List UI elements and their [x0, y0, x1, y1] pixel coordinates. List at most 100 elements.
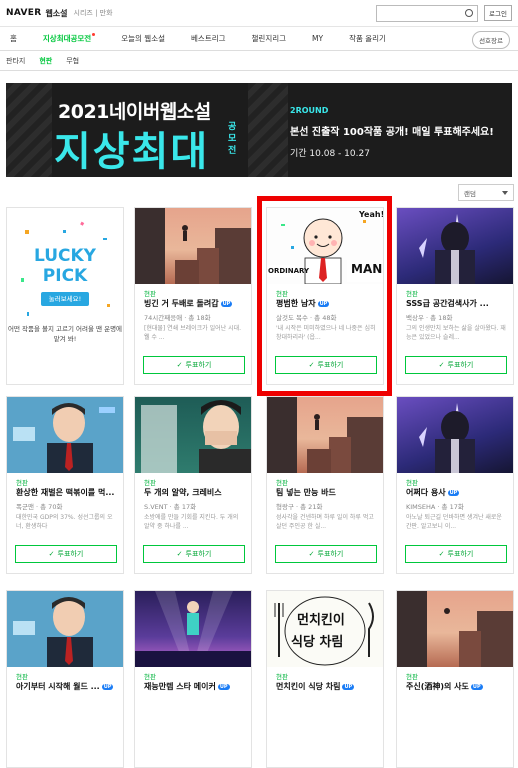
novel-card[interactable]: 현판 빙긴 거 두배로 돌려갑 UP 74시간째응애 · 총 18화 [현대물] …	[134, 207, 252, 385]
cover-text-restaurant-1: 먼치킨이	[297, 613, 345, 628]
cover-image	[135, 397, 251, 473]
vote-label: 투표하기	[317, 550, 344, 558]
novel-description: 소방에를 만들 기회를 지킨다. 두 개의 알약 중 하나를 ...	[144, 514, 239, 530]
cover-image	[397, 208, 513, 284]
up-badge: UP	[447, 489, 460, 496]
cover-image	[397, 591, 513, 667]
service-name[interactable]: 웹소설	[45, 8, 67, 19]
nav-home[interactable]: 홈	[10, 33, 17, 44]
genre-tag: 현판	[406, 479, 418, 487]
novel-title[interactable]: 팀 넣는 만능 바드	[276, 487, 336, 498]
novel-card[interactable]: 현판 SSS급 공간검색사가 ... 백상우 · 총 18화 그의 인생만치 보…	[396, 207, 514, 385]
up-badge: UP	[470, 683, 483, 690]
cover-image: 먼치킨이 식당 차림	[267, 591, 383, 667]
novel-card[interactable]: 현판 팀 넣는 만능 바드 형랑구 · 총 21화 성사각을 건넨하며 하루 일…	[266, 396, 384, 574]
related-links[interactable]: 시리즈 | 만화	[74, 8, 113, 18]
genre-tag: 현판	[144, 290, 156, 298]
vote-button[interactable]: ✓ 투표하기	[275, 545, 377, 563]
novel-title[interactable]: 주신(酒神)의 사도 UP	[406, 681, 483, 692]
cover-image	[135, 591, 251, 667]
banner-date: 기간 10.08 - 10.27	[290, 149, 370, 159]
nav-contest-label: 지상최대공모전	[42, 34, 92, 43]
novel-card[interactable]: 현판 어쩌다 용사 UP KIMSEHA · 총 17화 아노날 퇴근길 던바하면…	[396, 396, 514, 574]
banner-headline: 지상최대	[54, 129, 210, 175]
genre-tag: 현판	[144, 673, 156, 681]
tab-modern-fantasy[interactable]: 현판	[39, 56, 52, 66]
hooded-character-image	[419, 403, 475, 473]
nav-contest[interactable]: 지상최대공모전	[42, 33, 96, 44]
novel-title-text: 주신(酒神)의 사도	[406, 682, 469, 691]
novel-description: 그의 인생만치 보하는 삶을 살아왔다. 재능은 있었으나 슬레...	[406, 325, 506, 341]
novel-description: 대한민국 GDP의 37%. 성선그룹의 오너, 환생하다	[16, 514, 113, 530]
vote-button[interactable]: ✓ 투표하기	[15, 545, 117, 563]
novel-title[interactable]: 환상한 재벌은 떡볶이를 먹...	[16, 487, 114, 498]
search-input[interactable]	[376, 4, 479, 22]
fork-knife-image	[274, 596, 374, 666]
novel-card[interactable]: 현판 환상한 재벌은 떡볶이를 먹... 폭군맨 · 총 70화 대한민국 GD…	[6, 396, 124, 574]
novel-title-text: 빙긴 거 두배로 돌려갑	[144, 299, 219, 308]
check-icon: ✓	[176, 550, 183, 558]
check-icon: ✓	[176, 361, 183, 369]
cover-image	[397, 397, 513, 473]
top-bar: NAVER 웹소설 시리즈 | 만화 로그인	[0, 0, 518, 27]
novel-title[interactable]: 두 개의 알약, 크레비스	[144, 487, 222, 498]
search-icon[interactable]	[465, 8, 474, 17]
preference-genre-button[interactable]: 선호장르	[472, 31, 510, 49]
novel-card[interactable]: 현판 아기부터 시작해 월드 ... UP	[6, 590, 124, 768]
banner-side-text: 공모전	[228, 122, 237, 156]
genre-tag: 현판	[144, 479, 156, 487]
check-icon: ✓	[48, 550, 55, 558]
city-silhouette-image	[135, 208, 251, 284]
lucky-text: 어떤 작품을 볼지 고르기 어려울 땐 운명에 맡겨 봐!	[7, 325, 123, 343]
up-badge: UP	[220, 300, 233, 307]
tab-fantasy[interactable]: 판타지	[6, 56, 25, 66]
tab-martial-arts[interactable]: 무협	[66, 56, 79, 66]
novel-title[interactable]: SSS급 공간검색사가 ...	[406, 298, 489, 309]
genre-tag: 현판	[406, 290, 418, 298]
selection-highlight	[257, 196, 392, 396]
novel-meta: 형랑구 · 총 21화	[276, 503, 323, 511]
banner-decoration	[6, 83, 52, 177]
genre-tag: 현판	[406, 673, 418, 681]
naver-logo[interactable]: NAVER	[6, 8, 41, 18]
new-dot-icon	[92, 33, 96, 36]
cover-image	[7, 591, 123, 667]
novel-title-text: 먼치킨이 식당 차림	[276, 682, 341, 691]
login-button[interactable]: 로그인	[484, 5, 512, 21]
novel-title-text: 재능만렙 스타 메이커	[144, 682, 216, 691]
genre-tag: 현판	[16, 479, 28, 487]
nav-challenge-league[interactable]: 챌린지리그	[252, 33, 287, 44]
vote-button[interactable]: ✓ 투표하기	[405, 545, 507, 563]
novel-meta: S.VENT · 총 17화	[144, 503, 197, 511]
vote-button[interactable]: ✓ 투표하기	[405, 356, 507, 374]
main-nav: 홈 지상최대공모전 오늘의 웹소설 베스트리그 챌린지리그 MY 작품 올리기 …	[0, 27, 518, 51]
novel-description: [현대물] 연쇄 브레이크가 일어난 시대. 웰 수 ...	[144, 325, 242, 341]
stage-performer-image	[135, 591, 251, 667]
novel-title[interactable]: 어쩌다 용사 UP	[406, 487, 460, 498]
nav-upload[interactable]: 작품 올리기	[349, 33, 386, 44]
up-badge: UP	[101, 683, 114, 690]
vote-button[interactable]: ✓ 투표하기	[143, 356, 245, 374]
up-badge: UP	[342, 683, 355, 690]
novel-meta: 백상우 · 총 18화	[406, 314, 453, 322]
contest-banner[interactable]: 2021네이버웹소설 지상최대 공모전 2ROUND 본선 진출작 100작품 …	[6, 83, 512, 177]
city-silhouette-image	[267, 397, 383, 473]
sort-value: 랜덤	[464, 190, 476, 198]
vote-button[interactable]: ✓ 투표하기	[143, 545, 245, 563]
novel-card[interactable]: 현판 주신(酒神)의 사도 UP	[396, 590, 514, 768]
novel-title[interactable]: 빙긴 거 두배로 돌려갑 UP	[144, 298, 233, 309]
novel-card[interactable]: 먼치킨이 식당 차림 현판 먼치킨이 식당 차림 UP	[266, 590, 384, 768]
genre-tabs: 판타지 현판 무협	[0, 51, 518, 71]
novel-title[interactable]: 재능만렙 스타 메이커 UP	[144, 681, 230, 692]
nav-today[interactable]: 오늘의 웹소설	[121, 33, 165, 44]
lucky-pick-button[interactable]: 눌러보세요!	[41, 292, 89, 306]
nav-my[interactable]: MY	[312, 34, 323, 43]
chevron-down-icon	[502, 191, 508, 198]
novel-card[interactable]: 현판 두 개의 알약, 크레비스 S.VENT · 총 17화 소방에를 만들 …	[134, 396, 252, 574]
novel-title[interactable]: 먼치킨이 식당 차림 UP	[276, 681, 355, 692]
sort-select[interactable]: 랜덤	[458, 184, 514, 201]
novel-card[interactable]: 현판 재능만렙 스타 메이커 UP	[134, 590, 252, 768]
cover-image	[267, 397, 383, 473]
novel-title[interactable]: 아기부터 시작해 월드 ... UP	[16, 681, 114, 692]
nav-best-league[interactable]: 베스트리그	[191, 33, 226, 44]
